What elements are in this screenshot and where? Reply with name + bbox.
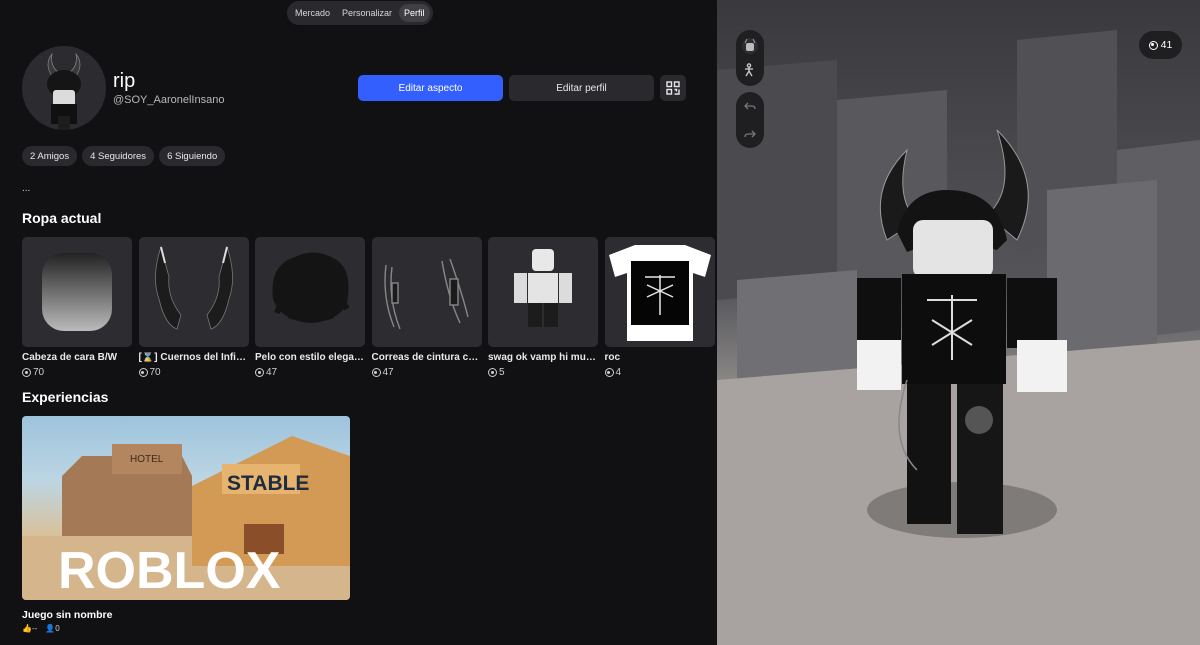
username: @SOY_AaronelInsano [113,94,225,106]
item-name: swag ok vamp hi muñeco [488,352,598,363]
item-thumbnail [22,237,132,347]
friends-count[interactable]: 2 Amigos [22,146,78,166]
item-thumbnail [604,237,715,347]
item-thumbnail [138,237,249,347]
experience-name: Juego sin nombre [22,609,113,621]
item-price: 70 [138,367,249,378]
hotel-sign: HOTEL [130,454,164,465]
avatar-3d-scene [717,30,1200,645]
wear-item[interactable]: Correas de cintura con cadenas 47 [371,237,482,378]
wear-item[interactable]: Pelo con estilo elegante 47 [255,237,365,378]
item-price: 70 [22,367,132,378]
robux-icon [604,368,614,377]
social-stats: 2 Amigos 4 Seguidores 6 Siguiendo [22,146,226,166]
robux-icon [371,368,381,377]
edit-avatar-button[interactable]: Editar aspecto [358,75,503,101]
qr-code-button[interactable] [660,75,686,101]
tab-marketplace[interactable]: Mercado [290,4,335,22]
likes-stat: 👍-- [22,624,38,633]
bio-text: ... [22,183,31,194]
stable-sign: STABLE [227,472,309,495]
following-count[interactable]: 6 Siguiendo [159,146,226,166]
roblox-logo: ROBLOX [58,542,281,600]
item-thumbnail [371,237,482,347]
players-stat: 👤0 [45,624,60,633]
avatar-viewer[interactable] [717,0,1200,645]
wear-item[interactable]: [⌛] Cuernos del Infierno 70 [138,237,249,378]
item-price: 47 [255,367,365,378]
item-price: 5 [488,367,598,378]
tab-customize[interactable]: Personalizar [337,4,397,22]
item-thumbnail [488,237,598,347]
balance-amount: 41 [1160,39,1173,51]
robux-icon [22,368,31,377]
tab-profile[interactable]: Perfil [399,4,430,22]
experience-thumbnail: HOTEL STABLE ROBLOX [22,416,350,600]
thumbs-up-icon: 👍 [22,624,32,633]
robux-balance[interactable]: 41 [1139,31,1182,59]
item-name: [⌛] Cuernos del Infierno [138,352,249,363]
robux-icon [138,368,148,377]
robux-icon [255,368,264,377]
experience-meta: 👍-- 👤0 [22,624,350,633]
item-name: Correas de cintura con cadenas [371,352,482,363]
top-nav: Mercado Personalizar Perfil [287,1,433,25]
current-wear-list: Cabeza de cara B/W 70 [⌛] Cuernos del In… [22,237,715,378]
item-price: 4 [604,367,715,378]
current-wear-title: Ropa actual [22,210,102,226]
followers-count[interactable]: 4 Seguidores [82,146,155,166]
avatar-head-icon[interactable] [740,36,760,56]
item-thumbnail [255,237,365,347]
item-name: Pelo con estilo elegante [255,352,365,363]
qr-code-icon [666,81,680,95]
wear-item[interactable]: swag ok vamp hi muñeco 5 [488,237,598,378]
robux-icon [1148,40,1158,50]
experience-card[interactable]: HOTEL STABLE ROBLOX Juego sin nombre 👍--… [22,416,350,633]
profile-panel: Mercado Personalizar Perfil rip @SOY_Aar… [0,0,717,645]
display-name: rip [113,70,136,92]
undo-icon[interactable] [740,96,760,116]
edit-profile-button[interactable]: Editar perfil [509,75,654,101]
item-name: roc [604,352,621,363]
viewer-toolbar [736,30,764,86]
item-name: Cabeza de cara B/W [22,352,118,363]
item-price: 47 [371,367,482,378]
wear-item[interactable]: roc 4 [604,237,715,378]
redo-icon[interactable] [740,124,760,144]
pose-icon[interactable] [740,60,760,80]
experiences-title: Experiencias [22,389,109,405]
history-toolbar [736,92,764,148]
robux-icon [488,368,497,377]
person-icon: 👤 [45,624,56,633]
avatar[interactable] [22,46,106,130]
wear-item[interactable]: Cabeza de cara B/W 70 [22,237,132,378]
